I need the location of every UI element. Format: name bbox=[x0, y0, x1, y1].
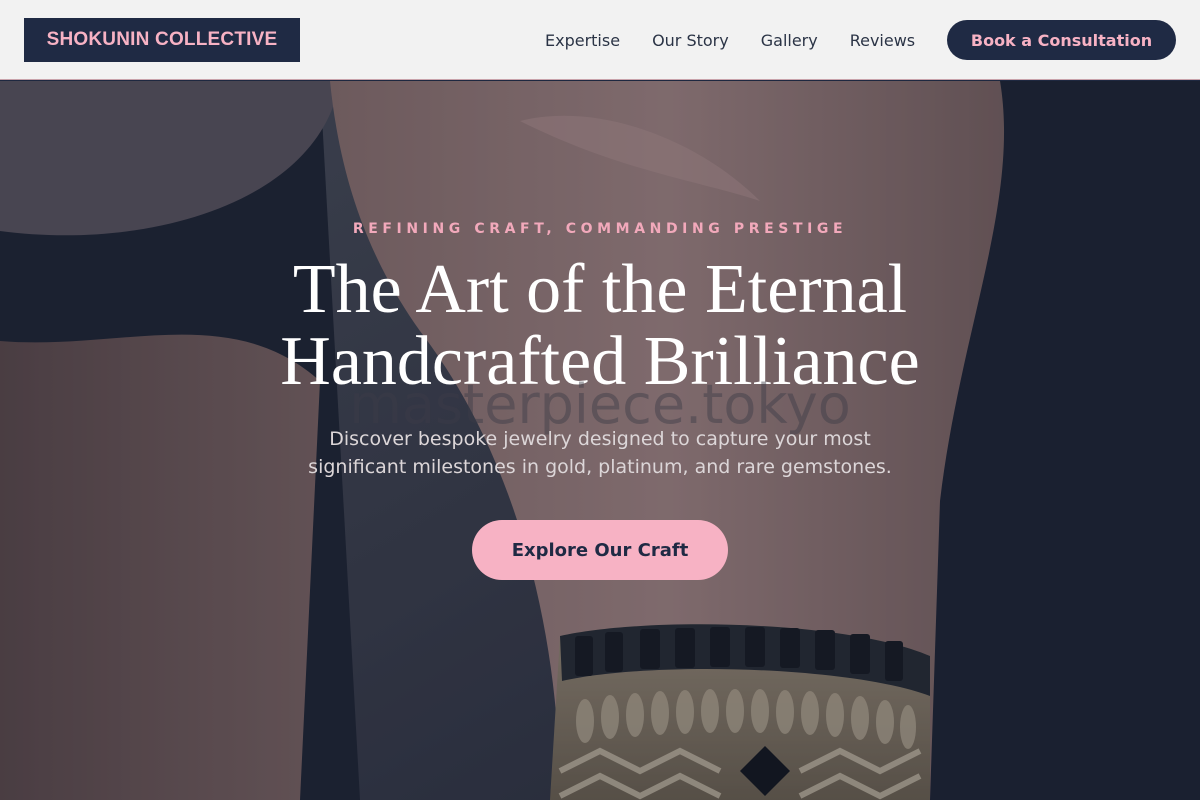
brand-logo[interactable]: SHOKUNIN COLLECTIVE bbox=[24, 18, 300, 62]
nav-link-expertise[interactable]: Expertise bbox=[545, 31, 620, 50]
hero-subtitle: Discover bespoke jewelry designed to cap… bbox=[270, 425, 930, 481]
hero-eyebrow: REFINING CRAFT, COMMANDING PRESTIGE bbox=[352, 221, 848, 237]
nav-link-our-story[interactable]: Our Story bbox=[652, 31, 729, 50]
main-nav: Expertise Our Story Gallery Reviews bbox=[545, 0, 947, 80]
explore-craft-button[interactable]: Explore Our Craft bbox=[472, 520, 728, 580]
book-consultation-button[interactable]: Book a Consultation bbox=[947, 20, 1176, 60]
hero-subtitle-line1: Discover bespoke jewelry designed to cap… bbox=[329, 428, 871, 450]
nav-link-reviews[interactable]: Reviews bbox=[850, 31, 915, 50]
nav-link-gallery[interactable]: Gallery bbox=[761, 31, 818, 50]
hero-subtitle-line2: significant milestones in gold, platinum… bbox=[308, 456, 892, 478]
hero-headline-line1: The Art of the Eternal bbox=[292, 251, 908, 328]
site-header: SHOKUNIN COLLECTIVE Expertise Our Story … bbox=[0, 0, 1200, 80]
